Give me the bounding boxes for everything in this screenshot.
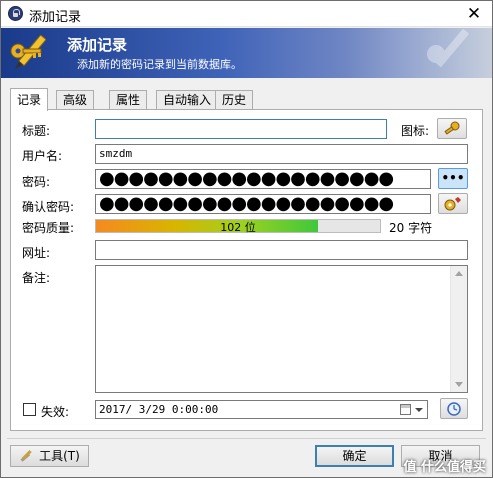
- scroll-down-icon[interactable]: [455, 382, 463, 387]
- expires-label: 失效:: [41, 405, 70, 419]
- site-watermark: 值 什么值得买: [403, 460, 486, 475]
- tab-entry[interactable]: 记录: [10, 88, 49, 111]
- username-label: 用户名:: [22, 149, 63, 163]
- tools-button[interactable]: 工具(T): [10, 445, 89, 467]
- password-generator-button[interactable]: [438, 193, 468, 214]
- key-pen-watermark-icon: [427, 28, 469, 68]
- key-icon: [444, 121, 460, 135]
- expires-checkbox[interactable]: [23, 403, 36, 416]
- icon-label: 图标:: [401, 124, 430, 138]
- password-input[interactable]: ●●●●●●●●●●●●●●●●●●●●: [95, 169, 431, 189]
- password-label: 密码:: [22, 175, 51, 189]
- key-pen-icon: [10, 34, 47, 69]
- title-input[interactable]: [95, 119, 387, 139]
- tools-icon: [20, 450, 32, 462]
- quality-label: 密码质量:: [22, 221, 75, 235]
- ok-button[interactable]: 确定: [315, 445, 394, 467]
- username-input[interactable]: smzdm: [95, 144, 468, 164]
- char-count: 20 字符: [389, 221, 433, 235]
- expiry-date-picker[interactable]: 2017/ 3/29 0:00:00: [95, 400, 428, 419]
- title-label: 标题:: [22, 124, 51, 138]
- notes-label: 备注:: [22, 271, 51, 285]
- window-title: 添加记录: [29, 10, 82, 25]
- icon-picker-button[interactable]: [437, 118, 467, 139]
- tab-advanced[interactable]: 高级: [56, 90, 95, 110]
- generator-key-icon: [444, 197, 461, 211]
- banner-title: 添加记录: [67, 36, 128, 54]
- title-bar: 添加记录 ✕: [1, 1, 492, 27]
- url-input[interactable]: [95, 240, 468, 260]
- separator: [7, 438, 486, 439]
- expiry-presets-button[interactable]: [440, 398, 468, 419]
- quality-bits-text: 102 位: [220, 221, 256, 234]
- lock-icon: [8, 6, 23, 21]
- calendar-icon[interactable]: [400, 404, 411, 415]
- repeat-password-label: 确认密码:: [22, 200, 75, 214]
- banner-subtitle: 添加新的密码记录到当前数据库。: [77, 58, 242, 71]
- add-entry-dialog: 添加记录 ✕ 添加记录 添加新的密码记录到当前数据库。 记录 高级 属性 自动输…: [0, 0, 493, 478]
- notes-scrollbar[interactable]: [450, 266, 467, 392]
- close-button[interactable]: ✕: [464, 4, 484, 24]
- tools-button-label: 工具(T): [39, 449, 80, 463]
- header-banner: 添加记录 添加新的密码记录到当前数据库。: [1, 28, 492, 78]
- show-password-button[interactable]: •••: [438, 168, 468, 189]
- expiry-date-value: 2017/ 3/29 0:00:00: [99, 403, 219, 416]
- tab-history[interactable]: 历史: [215, 90, 254, 110]
- tab-properties[interactable]: 属性: [109, 90, 148, 110]
- notes-textarea[interactable]: [95, 265, 468, 393]
- password-quality-bar: 102 位: [95, 219, 381, 234]
- tab-auto-type[interactable]: 自动输入: [156, 90, 219, 110]
- clock-icon: [447, 402, 461, 416]
- url-label: 网址:: [22, 246, 51, 260]
- scroll-up-icon[interactable]: [455, 271, 463, 276]
- chevron-down-icon[interactable]: [415, 408, 423, 412]
- repeat-password-input[interactable]: ●●●●●●●●●●●●●●●●●●●●: [95, 194, 431, 214]
